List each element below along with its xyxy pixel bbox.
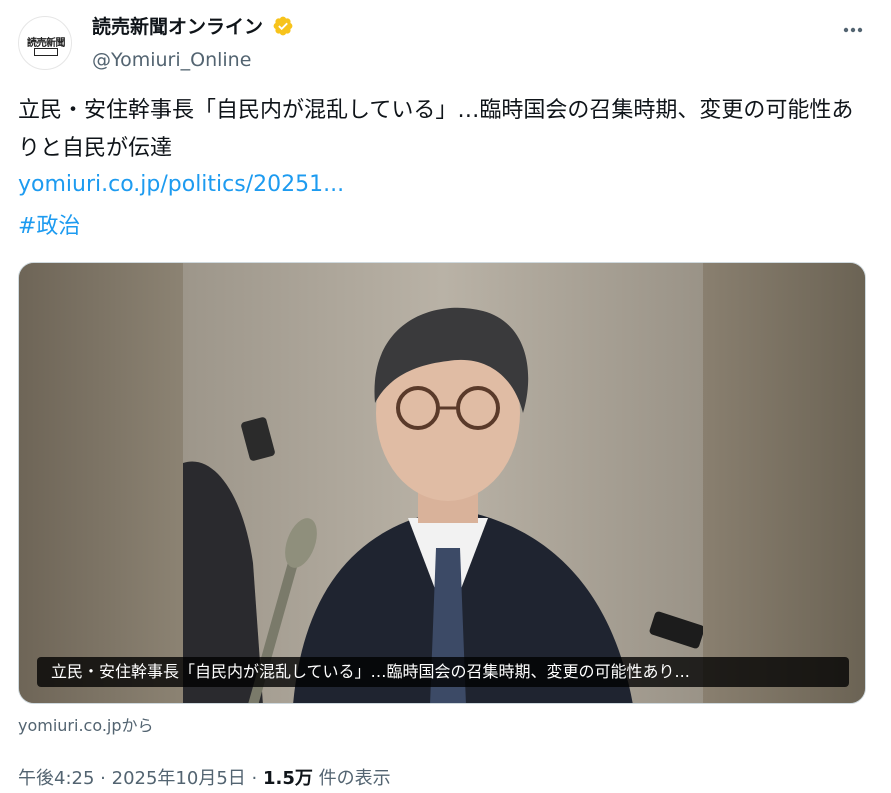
avatar-logo-sub [34, 48, 58, 56]
card-photo [183, 263, 703, 703]
avatar-logo-text: 読売新聞 [27, 38, 66, 49]
meta-separator-2: · [251, 768, 258, 789]
post-time[interactable]: 午後4:25 [18, 768, 94, 789]
views-count: 1.5万 [263, 768, 313, 789]
post-date[interactable]: 2025年10月5日 [112, 768, 246, 789]
photo-illustration [183, 263, 703, 703]
views-label: 件の表示 [318, 768, 391, 789]
tweet-header: 読売新聞 読売新聞オンライン @Yomiuri_Online [18, 10, 873, 76]
tweet-text: 立民・安住幹事長「自民内が混乱している」…臨時国会の召集時期、変更の可能性ありと… [18, 98, 854, 161]
display-name[interactable]: 読売新聞オンライン [92, 12, 263, 39]
verified-badge-icon[interactable] [272, 15, 294, 37]
meta-separator: · [100, 768, 106, 789]
link-card[interactable]: 立民・安住幹事長「自民内が混乱している」…臨時国会の召集時期、変更の可能性あり.… [18, 262, 866, 704]
card-blur-left [19, 263, 184, 703]
card-blur-right [700, 263, 865, 703]
more-options-icon[interactable] [837, 14, 869, 46]
account-handle[interactable]: @Yomiuri_Online [92, 49, 294, 71]
avatar[interactable]: 読売新聞 [18, 16, 72, 70]
card-caption: 立民・安住幹事長「自民内が混乱している」…臨時国会の召集時期、変更の可能性あり.… [37, 657, 849, 687]
account-names: 読売新聞オンライン @Yomiuri_Online [92, 12, 294, 71]
hashtag-link[interactable]: #政治 [18, 208, 80, 240]
tweet-meta: 午後4:25 · 2025年10月5日 · 1.5万 件の表示 [18, 764, 391, 790]
card-source[interactable]: yomiuri.co.jpから [18, 712, 154, 736]
article-link[interactable]: yomiuri.co.jp/politics/20251... [18, 172, 344, 197]
